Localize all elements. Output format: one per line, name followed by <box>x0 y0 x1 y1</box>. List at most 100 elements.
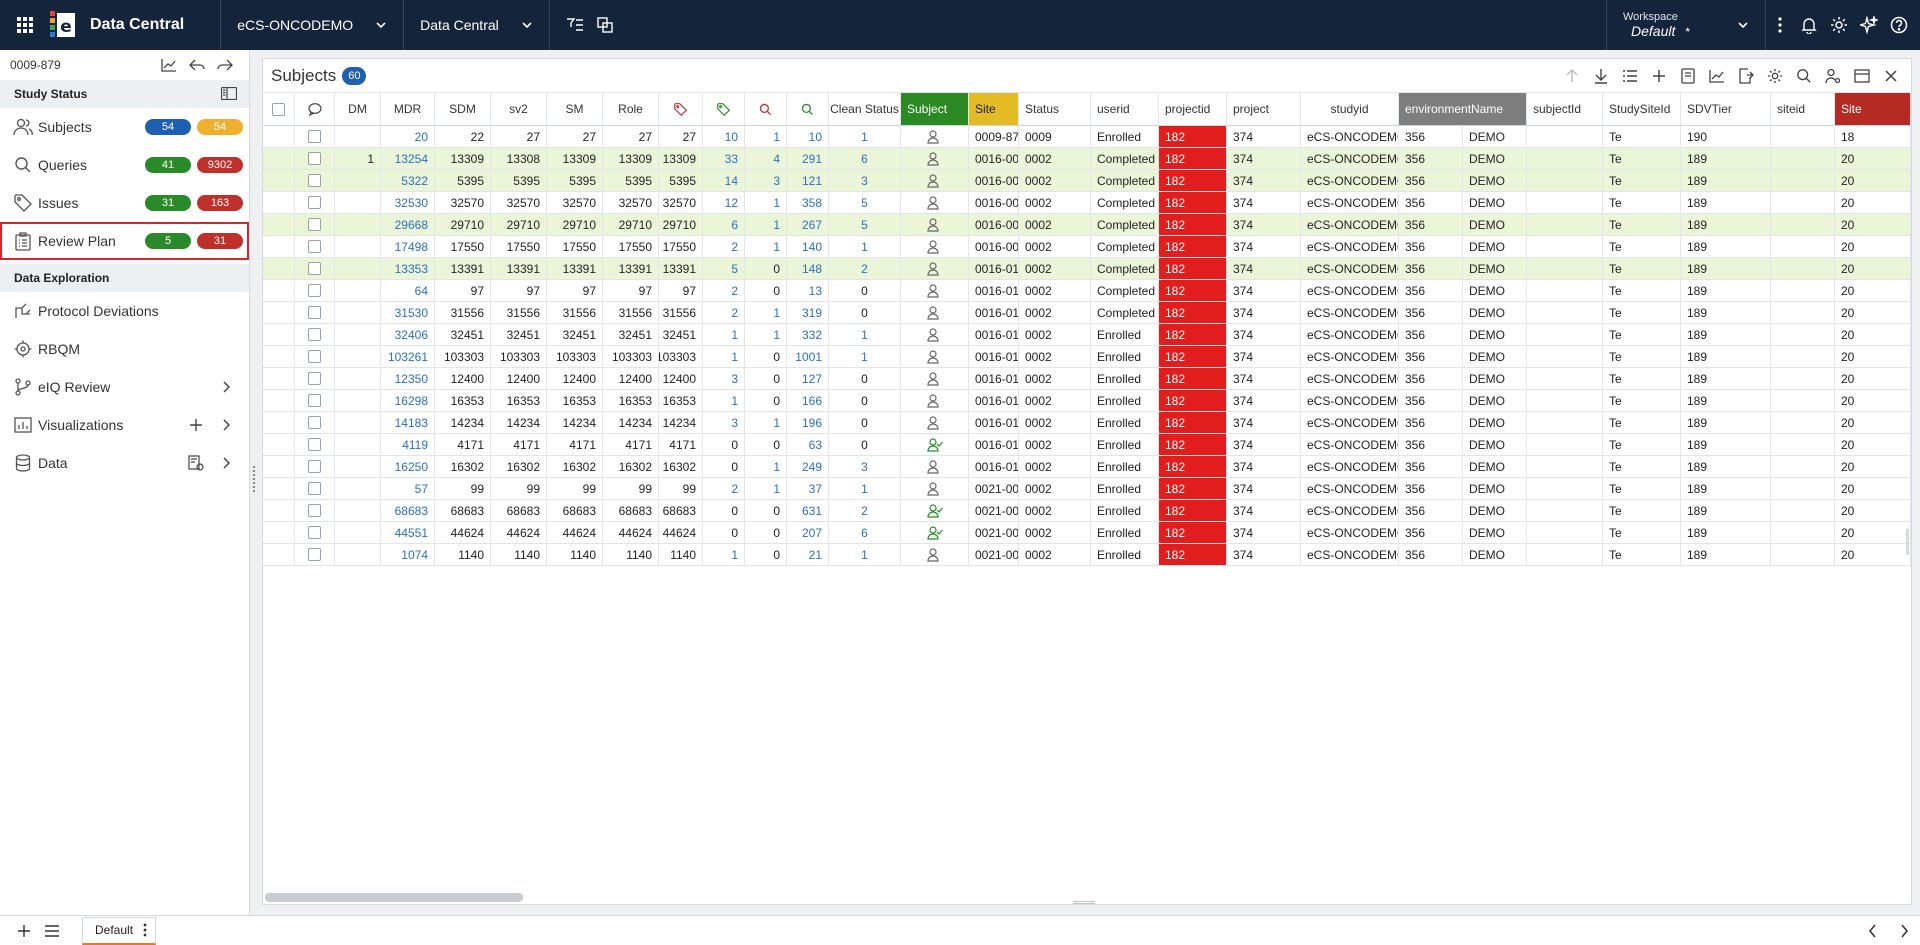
column-header-role[interactable]: Role <box>603 93 659 125</box>
issues-total-badge[interactable]: 163 <box>197 195 243 211</box>
help-icon[interactable] <box>1884 0 1914 50</box>
person-icon[interactable] <box>926 283 943 298</box>
column-header-sv2[interactable]: sv2 <box>491 93 547 125</box>
column-header-clean-status[interactable]: Clean Status <box>829 93 901 125</box>
cell-q2[interactable]: 21 <box>787 544 829 565</box>
person-icon[interactable] <box>926 195 943 210</box>
table-row[interactable]: 14183 14234 14234 14234 14234 14234 3 1 196 0 0016… <box>263 412 1911 434</box>
queries-total-badge[interactable]: 9302 <box>197 157 243 173</box>
column-header-queries-open[interactable] <box>745 93 787 125</box>
add-icon[interactable] <box>187 414 205 436</box>
chevron-down-icon[interactable] <box>1733 0 1753 50</box>
comment-column-header[interactable] <box>295 93 335 125</box>
user-settings-icon[interactable] <box>1818 65 1847 87</box>
row-checkbox[interactable] <box>308 394 321 407</box>
download-icon[interactable] <box>1586 65 1615 87</box>
row-checkbox[interactable] <box>308 306 321 319</box>
panel-resize-grip[interactable] <box>1073 901 1095 904</box>
menu-icon[interactable] <box>38 916 66 945</box>
line-chart-icon[interactable] <box>155 50 183 80</box>
forward-arrow-icon[interactable] <box>211 50 239 80</box>
filter-tree-icon[interactable] <box>560 0 590 50</box>
subjects-count-badge[interactable]: 54 <box>145 119 191 135</box>
row-checkbox[interactable] <box>308 504 321 517</box>
chevron-right-icon[interactable] <box>217 452 235 474</box>
more-vertical-icon[interactable] <box>143 923 147 937</box>
person-icon[interactable] <box>926 393 943 408</box>
row-checkbox[interactable] <box>308 152 321 165</box>
column-header-studyid[interactable]: studyid <box>1301 93 1399 125</box>
cell-q2[interactable]: 267 <box>787 214 829 235</box>
row-checkbox[interactable] <box>308 372 321 385</box>
table-row[interactable]: 579999999999213710021-0010002Enrolled182… <box>263 478 1911 500</box>
row-checkbox[interactable] <box>308 130 321 143</box>
table-row[interactable]: 107411401140114011401140102110021-004000… <box>263 544 1911 566</box>
study-select[interactable]: eCS-ONCODEMO <box>221 0 403 50</box>
search-icon[interactable] <box>1789 65 1818 87</box>
module-select[interactable]: Data Central <box>404 0 549 50</box>
cell-q2[interactable]: 631 <box>787 500 829 521</box>
cell-mdr[interactable]: 57 <box>381 478 435 499</box>
sidebar-item-protocol-deviations[interactable]: Protocol Deviations <box>0 292 249 330</box>
chevron-right-icon[interactable] <box>1888 916 1920 945</box>
column-header-subject[interactable]: Subject <box>901 93 969 125</box>
column-header-sm[interactable]: SM <box>547 93 603 125</box>
person-check-icon[interactable] <box>926 525 943 540</box>
panel-toggle-icon[interactable] <box>221 87 237 100</box>
cell-q2[interactable]: 166 <box>787 390 829 411</box>
row-checkbox[interactable] <box>308 482 321 495</box>
table-row[interactable]: 32530 32570 32570 32570 32570 32570 12 1 358 5 001… <box>263 192 1911 214</box>
person-icon[interactable] <box>926 305 943 320</box>
back-arrow-icon[interactable] <box>183 50 211 80</box>
table-row[interactable]: 649797979797201300016-0110002Completed18… <box>263 280 1911 302</box>
row-checkbox[interactable] <box>308 328 321 341</box>
cell-mdr[interactable]: 14183 <box>381 412 435 433</box>
row-checkbox[interactable] <box>308 416 321 429</box>
select-all-checkbox[interactable] <box>272 102 285 116</box>
row-checkbox[interactable] <box>308 526 321 539</box>
cell-mdr[interactable]: 12350 <box>381 368 435 389</box>
cell-mdr[interactable]: 44551 <box>381 522 435 543</box>
cell-mdr[interactable]: 32530 <box>381 192 435 213</box>
cell-mdr[interactable]: 64 <box>381 280 435 301</box>
person-icon[interactable] <box>926 129 943 144</box>
cell-q2[interactable]: 1001 <box>787 346 829 367</box>
cell-mdr[interactable]: 13353 <box>381 258 435 279</box>
person-check-icon[interactable] <box>926 437 943 452</box>
add-tab-icon[interactable] <box>10 916 38 945</box>
table-row[interactable]: 1 13254 13309 13308 13309 13309 13309 33 4 291 6 00… <box>263 148 1911 170</box>
export-up-icon[interactable] <box>1557 65 1586 87</box>
person-icon[interactable] <box>926 217 943 232</box>
table-row[interactable]: 53225395539553955395539514312130016-0060… <box>263 170 1911 192</box>
layout-icon[interactable] <box>1847 65 1876 87</box>
column-header-mdr[interactable]: MDR <box>381 93 435 125</box>
table-row[interactable]: 12350 12400 12400 12400 12400 12400 3 0 127 0 0016… <box>263 368 1911 390</box>
table-row[interactable]: 68683 68683 68683 68683 68683 68683 0 0 631 2 0021… <box>263 500 1911 522</box>
sidebar-resize-handle[interactable] <box>252 465 256 495</box>
sidebar-item-issues[interactable]: Issues 31 163 <box>0 184 249 222</box>
sidebar-item-visualizations[interactable]: Visualizations <box>0 406 249 444</box>
person-icon[interactable] <box>926 327 943 342</box>
cell-mdr[interactable]: 17498 <box>381 236 435 257</box>
person-icon[interactable] <box>926 415 943 430</box>
add-icon[interactable] <box>1644 65 1673 87</box>
cell-q2[interactable]: 319 <box>787 302 829 323</box>
sidebar-item-rbqm[interactable]: RBQM <box>0 330 249 368</box>
chevron-right-icon[interactable] <box>217 414 235 436</box>
row-checkbox[interactable] <box>308 218 321 231</box>
chevron-right-icon[interactable] <box>217 376 235 398</box>
column-header-dm[interactable]: DM <box>335 93 381 125</box>
column-header-userid[interactable]: userid <box>1091 93 1159 125</box>
line-chart-icon[interactable] <box>1702 65 1731 87</box>
subjects-alert-badge[interactable]: 54 <box>197 119 243 135</box>
cell-q2[interactable]: 127 <box>787 368 829 389</box>
column-header-subjectid[interactable]: subjectId <box>1527 93 1603 125</box>
row-checkbox[interactable] <box>308 174 321 187</box>
column-header-projectid[interactable]: projectid <box>1159 93 1227 125</box>
person-icon[interactable] <box>926 459 943 474</box>
table-row[interactable]: 16250 16302 16302 16302 16302 16302 0 1 249 3 0016… <box>263 456 1911 478</box>
cell-q2[interactable]: 148 <box>787 258 829 279</box>
column-header-environmentname[interactable]: environmentName <box>1399 93 1527 125</box>
sidebar-item-review-plan[interactable]: Review Plan 5 31 <box>0 222 249 260</box>
column-header-siteid[interactable]: siteid <box>1771 93 1835 125</box>
